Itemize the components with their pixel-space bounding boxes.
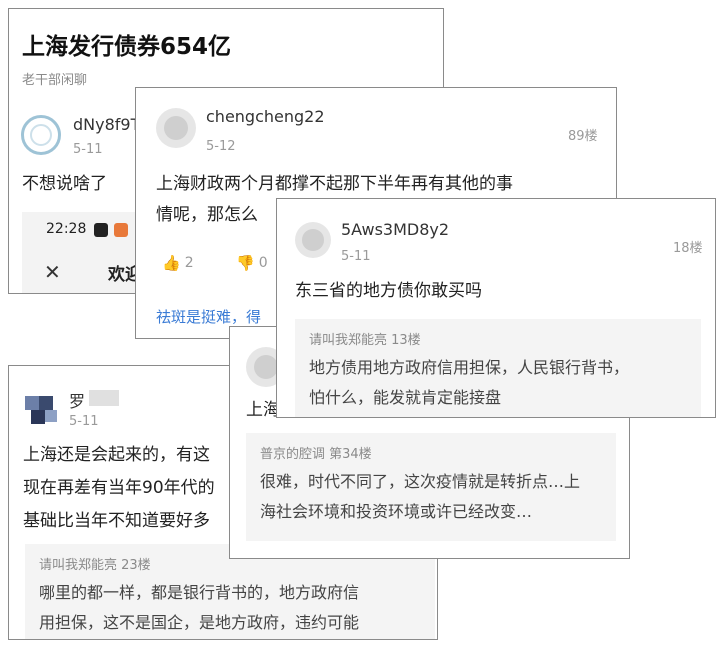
like-count: 2 xyxy=(184,255,194,271)
dislike-count: 0 xyxy=(258,255,268,271)
user-avatar[interactable] xyxy=(21,115,61,155)
quote-header: 请叫我郑能亮 13楼 xyxy=(309,333,421,348)
quoted-reply[interactable]: 普京的腔调 第34楼 很难，时代不同了，这次疫情就是转折点…上 海社会环境和投资… xyxy=(246,433,616,541)
username[interactable]: chengcheng22 xyxy=(206,107,325,126)
username[interactable]: 罗 xyxy=(69,388,85,412)
quote-text-line1: 很难，时代不同了，这次疫情就是转折点…上 xyxy=(260,472,581,491)
status-time: 22:28 xyxy=(46,221,87,237)
post-date: 5-11 xyxy=(69,414,99,429)
thumbs-down-icon: 👎 xyxy=(236,254,255,272)
user-avatar[interactable] xyxy=(156,108,196,148)
post-title: 上海发行债券654亿 xyxy=(22,34,232,60)
comment-text: 不想说啥了 xyxy=(22,174,107,194)
quoted-reply[interactable]: 请叫我郑能亮 13楼 地方债用地方政府信用担保，人民银行背书， 怕什么，能发就肯… xyxy=(295,319,701,417)
post-date: 5-12 xyxy=(206,139,236,154)
blurred-username xyxy=(89,390,119,406)
app-icon-1 xyxy=(94,223,108,237)
user-avatar[interactable] xyxy=(295,222,331,258)
username[interactable]: 5Aws3MD8y2 xyxy=(341,220,449,239)
close-icon[interactable]: ✕ xyxy=(44,260,61,284)
user-avatar[interactable] xyxy=(21,388,61,428)
quote-text-line2: 怕什么，能发就肯定能接盘 xyxy=(309,388,502,407)
dislike-button[interactable]: 👎 0 xyxy=(236,254,268,272)
floor-number: 18楼 xyxy=(673,241,703,256)
comment-text-line1: 上海还是会起来的，有这 xyxy=(23,445,210,465)
quote-header: 普京的腔调 第34楼 xyxy=(260,447,372,462)
comment-text-line1: 上海财政两个月都撑不起那下半年再有其他的事 xyxy=(156,174,513,194)
thumbs-up-icon: 👍 xyxy=(162,254,181,272)
app-icon-2 xyxy=(114,223,128,237)
post-card-3: 5Aws3MD8y2 5-11 18楼 东三省的地方债你敢买吗 请叫我郑能亮 1… xyxy=(276,198,716,418)
quote-header: 请叫我郑能亮 23楼 xyxy=(39,558,151,573)
quote-text-line2: 海社会环境和投资环境或许已经改变… xyxy=(260,502,533,521)
comment-text: 东三省的地方债你敢买吗 xyxy=(295,281,482,301)
post-date: 5-11 xyxy=(73,142,103,157)
quote-text-line1: 哪里的都一样，都是银行背书的，地方政府信 xyxy=(39,583,360,602)
post-date: 5-11 xyxy=(341,249,371,264)
quote-text-line2: 用担保，这不是国企，是地方政府，违约可能 xyxy=(39,613,360,632)
comment-text-line3: 基础比当年不知道要好多 xyxy=(23,511,210,531)
reply-link[interactable]: 祛斑是挺难，得 xyxy=(156,306,261,327)
comment-text: 上海 xyxy=(246,400,280,420)
quote-text-line1: 地方债用地方政府信用担保，人民银行背书， xyxy=(309,358,630,377)
comment-text-line2: 现在再差有当年90年代的 xyxy=(23,478,215,498)
floor-number: 89楼 xyxy=(568,129,598,144)
like-button[interactable]: 👍 2 xyxy=(162,254,194,272)
comment-text-line2: 情呢，那怎么 xyxy=(156,205,258,225)
username[interactable]: dNy8f9T xyxy=(73,115,140,134)
post-source: 老干部闲聊 xyxy=(22,73,88,88)
